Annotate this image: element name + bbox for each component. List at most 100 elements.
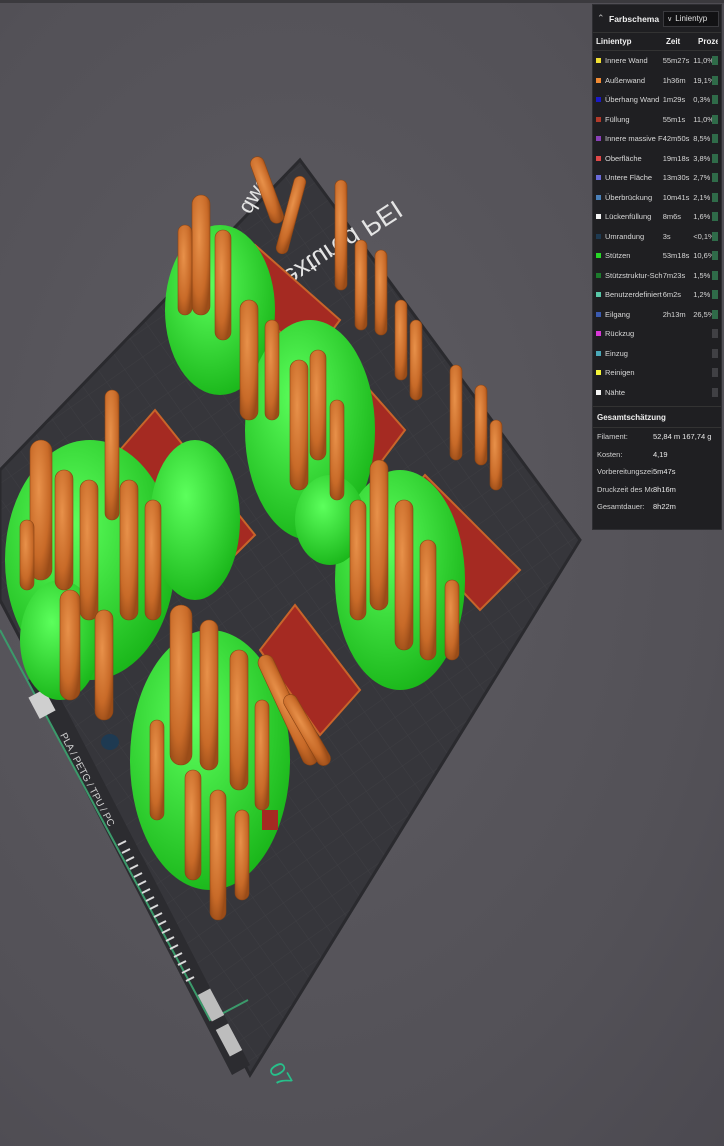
estimate-row: Gesamtdauer: 8h22m (593, 498, 721, 516)
legend-rows: Innere Wand 55m27s 11,0% Außenwand 1h36m 19,1… (593, 51, 721, 402)
estimate-rows: Filament: 52,84 m 167,74 g Kosten: 4,19 Vorb… (593, 428, 721, 516)
legend-row[interactable]: Innere massive Füllung42m50s8,5% (593, 129, 721, 149)
legend-row[interactable]: Umrandung 3s <0,1% (593, 227, 721, 247)
axis-mark: 07 (264, 1058, 298, 1092)
color-swatch (596, 350, 601, 356)
estimate-title: Gesamtschätzung (593, 406, 721, 428)
line-time: 13m30s (662, 173, 690, 183)
line-type-label: Umrandung (605, 231, 645, 241)
visibility-toggle[interactable] (712, 153, 718, 163)
line-type-label: Außenwand (605, 75, 646, 85)
line-time: 1m29s (662, 95, 686, 105)
legend-row[interactable]: Stützstruktur-Schnittstelle7m23s 1,5% (593, 266, 721, 286)
legend-title: Farbschema (609, 13, 660, 24)
line-percent: 2,1% (693, 192, 711, 202)
line-percent: 8,5% (693, 134, 711, 144)
visibility-toggle[interactable] (712, 95, 718, 105)
line-type-label: Stützstruktur-Schnittstelle (605, 270, 663, 280)
line-percent: 1,5% (693, 270, 711, 280)
legend-row[interactable]: Benutzerdefiniert 6m2s 1,2% (593, 285, 721, 305)
col-line-type: Linientyp (596, 37, 632, 46)
legend-row[interactable]: Oberfläche 19m18s 3,8% (593, 149, 721, 169)
visibility-toggle[interactable] (712, 251, 718, 261)
line-type-label: Benutzerdefiniert (605, 290, 662, 300)
line-type-label: Füllung (605, 114, 630, 124)
legend-row[interactable]: Lückenfüllung 8m6s 1,6% (593, 207, 721, 227)
estimate-label: Filament: (597, 432, 628, 442)
visibility-toggle[interactable] (712, 134, 718, 144)
estimate-row: Vorbereitungszeit: 5m47s (593, 463, 721, 481)
legend-row[interactable]: Einzug (593, 344, 721, 364)
legend-row[interactable]: Überbrückung 10m41s 2,1% (593, 188, 721, 208)
line-time: 3s (662, 231, 671, 241)
legend-row[interactable]: Außenwand 1h36m 19,1% (593, 71, 721, 91)
legend-row[interactable]: Füllung 55m1s 11,0% (593, 110, 721, 130)
visibility-toggle[interactable] (712, 270, 718, 280)
estimate-value: 4,19 (653, 449, 668, 459)
line-type-label: Rückzug (605, 329, 635, 339)
visibility-toggle[interactable] (712, 368, 718, 378)
chevron-down-icon: ∨ (667, 15, 673, 23)
line-type-label: Lückenfüllung (605, 212, 652, 222)
visibility-toggle[interactable] (712, 309, 718, 319)
color-swatch (596, 194, 601, 200)
line-type-label: Einzug (605, 348, 628, 358)
estimate-row: Kosten: 4,19 (593, 446, 721, 464)
line-time: 55m1s (662, 114, 686, 124)
legend-row[interactable]: Nähte (593, 383, 721, 403)
visibility-toggle[interactable] (712, 114, 718, 124)
line-percent: 3,8% (693, 153, 711, 163)
visibility-toggle[interactable] (712, 212, 718, 222)
line-percent: 1,6% (693, 212, 711, 222)
col-time: Zeit (666, 37, 681, 46)
line-type-label: Eilgang (605, 309, 631, 319)
visibility-toggle[interactable] (712, 387, 718, 397)
legend-row[interactable]: Reinigen (593, 363, 721, 383)
visibility-toggle[interactable] (712, 56, 718, 66)
estimate-value: 8h16m (653, 484, 676, 494)
visibility-toggle[interactable] (712, 329, 718, 339)
legend-row[interactable]: Eilgang 2h13m 26,5% (593, 305, 721, 325)
color-swatch (596, 292, 601, 298)
visibility-toggle[interactable] (712, 348, 718, 358)
color-swatch (596, 136, 601, 142)
legend-row[interactable]: Stützen 53m18s10,6% (593, 246, 721, 266)
line-time: 7m23s (662, 270, 686, 280)
legend-row[interactable]: Untere Fläche 13m30s 2,7% (593, 168, 721, 188)
line-time: 42m50s (662, 134, 690, 144)
legend-header: ⌃ Farbschema ∨ Linientyp (593, 5, 721, 33)
visibility-toggle[interactable] (712, 231, 718, 241)
line-time: 53m18s (662, 251, 690, 261)
color-swatch (596, 214, 601, 220)
legend-row[interactable]: Innere Wand 55m27s 11,0% (593, 51, 721, 71)
visibility-toggle[interactable] (712, 192, 718, 202)
color-swatch (596, 311, 601, 317)
line-percent: 19,1% (693, 75, 712, 85)
legend-column-header: Linientyp Zeit Prozent (593, 33, 721, 51)
legend-panel: ⌃ Farbschema ∨ Linientyp Linientyp Zeit … (592, 4, 722, 530)
col-percent: Prozent (698, 37, 718, 46)
estimate-label: Gesamtdauer: (597, 502, 645, 512)
color-swatch (596, 389, 601, 395)
line-type-label: Überhang Wand (605, 95, 660, 105)
legend-row[interactable]: Überhang Wand 1m29s 0,3% (593, 90, 721, 110)
line-time: 1h36m (662, 75, 686, 85)
line-percent: 11,0% (693, 114, 713, 124)
color-swatch (596, 77, 601, 83)
line-type-label: Stützen (605, 251, 631, 261)
visibility-toggle[interactable] (712, 173, 718, 183)
model-small-surface (262, 810, 278, 830)
line-time: 19m18s (662, 153, 690, 163)
color-swatch (596, 331, 601, 337)
line-percent: 2,7% (693, 173, 711, 183)
visibility-toggle[interactable] (712, 290, 718, 300)
estimate-value: 8h22m (653, 502, 676, 512)
visibility-toggle[interactable] (712, 75, 718, 85)
model-base-marker (101, 734, 119, 750)
color-swatch (596, 97, 601, 103)
legend-row[interactable]: Rückzug (593, 324, 721, 344)
estimate-row: Druckzeit des Modells:8h16m (593, 481, 721, 499)
color-scheme-select[interactable]: ∨ Linientyp (663, 10, 719, 27)
collapse-icon[interactable]: ⌃ (597, 13, 605, 24)
line-type-label: Überbrückung (605, 192, 653, 202)
